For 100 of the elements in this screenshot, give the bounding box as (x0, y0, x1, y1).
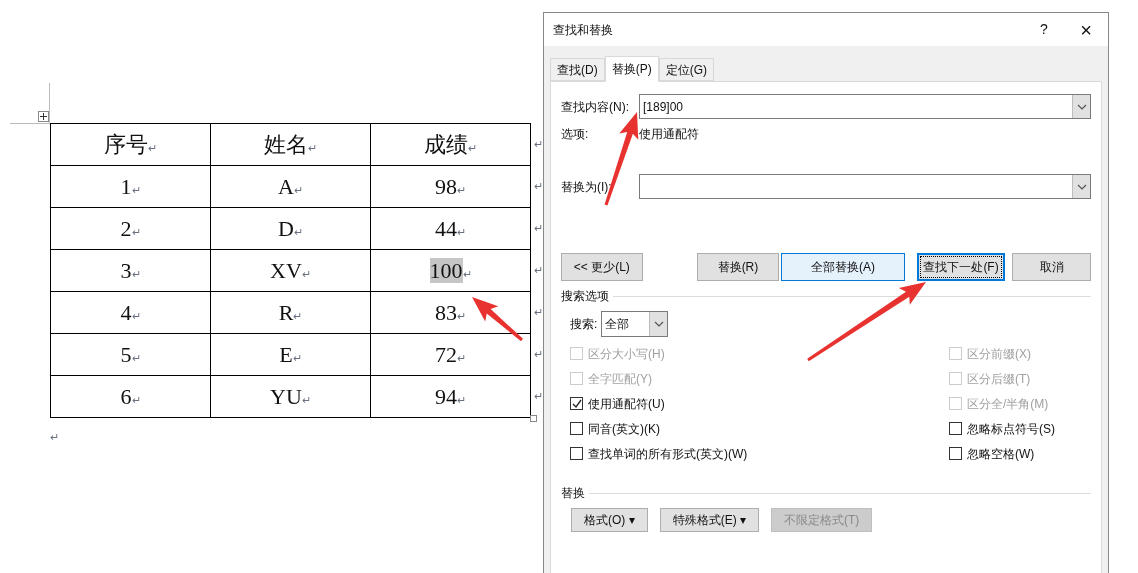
checkbox[interactable] (570, 422, 583, 435)
table-cell: 94 (435, 384, 457, 409)
dialog-button[interactable]: 查找下一处(F) (916, 253, 1006, 281)
paragraph-mark: ↵ (50, 431, 59, 443)
checkbox[interactable] (570, 397, 583, 410)
paragraph-mark: ↵ (534, 346, 543, 362)
tab[interactable]: 替换(P) (604, 56, 659, 82)
dialog-button[interactable]: 全部替换(A) (781, 253, 905, 281)
search-label: 搜索: (570, 316, 598, 333)
checkbox[interactable] (949, 447, 962, 460)
checkbox-label: 忽略标点符号(S) (967, 420, 1055, 438)
replace-combobox[interactable] (639, 174, 1091, 199)
paragraph-mark: ↵ (131, 268, 141, 280)
table-cell: 98 (435, 174, 457, 199)
dropdown-button[interactable] (1072, 175, 1090, 198)
paragraph-mark: ↵ (301, 268, 311, 280)
paragraph-mark: ↵ (462, 268, 472, 280)
paragraph-mark: ↵ (293, 184, 303, 196)
section-title: 搜索选项 (561, 288, 609, 305)
annotation-arrow (472, 297, 523, 342)
table-cell: 3 (120, 258, 132, 283)
dialog-button[interactable]: 替换(R) (696, 253, 780, 281)
paragraph-mark: ↵ (534, 388, 543, 404)
table-cell: 100 (429, 258, 463, 283)
paragraph-mark: ↵ (148, 142, 157, 154)
paragraph-mark: ↵ (131, 226, 141, 238)
checkbox-label: 区分后缀(T) (967, 370, 1031, 388)
search-dropdown[interactable]: 全部 (601, 311, 669, 337)
format-button[interactable]: 特殊格式(E) ▾ (659, 508, 759, 532)
chevron-down-icon (653, 321, 664, 327)
table-cell: 44 (435, 216, 457, 241)
table-cell: YU (270, 384, 302, 409)
checkbox-label: 全字匹配(Y) (588, 370, 652, 388)
paragraph-mark: ↵ (457, 310, 466, 322)
table-cell: 5 (120, 342, 132, 367)
paragraph-mark: ↵ (457, 394, 466, 406)
close-button[interactable]: × (1064, 14, 1108, 45)
table-cell: 83 (435, 300, 457, 325)
table-cell: A (278, 174, 294, 199)
paragraph-mark: ↵ (301, 394, 311, 406)
checkbox-label: 区分全/半角(M) (967, 395, 1049, 413)
help-button[interactable]: ? (1024, 19, 1064, 40)
check-icon (571, 398, 582, 409)
paragraph-mark: ↵ (131, 310, 141, 322)
paragraph-mark: ↵ (457, 226, 466, 238)
checkbox-label: 区分前缀(X) (967, 345, 1031, 363)
paragraph-mark: ↵ (457, 184, 466, 196)
paragraph-mark: ↵ (131, 352, 141, 364)
window-title: 查找和替换 (553, 21, 614, 39)
table-cell: 2 (120, 216, 132, 241)
section-title: 替换 (561, 485, 585, 502)
table-cell: 1 (120, 174, 132, 199)
dropdown-button[interactable] (649, 312, 668, 336)
paragraph-mark: ↵ (457, 352, 466, 364)
checkbox-label: 区分大小写(H) (588, 345, 665, 363)
chevron-down-icon (1076, 183, 1087, 190)
tab[interactable]: 查找(D) (550, 58, 605, 81)
checkbox[interactable] (949, 422, 962, 435)
column-header: 序号 (104, 132, 148, 157)
find-combobox[interactable]: [189]00 (639, 94, 1091, 119)
table-cell: 4 (120, 300, 132, 325)
paragraph-mark: ↵ (468, 142, 477, 154)
paragraph-mark: ↵ (131, 184, 141, 196)
tab[interactable]: 定位(G) (658, 58, 714, 81)
column-header: 成绩 (424, 132, 468, 157)
table-cell: D (278, 216, 294, 241)
paragraph-mark: ↵ (131, 394, 141, 406)
checkbox-label: 忽略空格(W) (967, 445, 1035, 463)
dialog-button[interactable]: << 更少(L) (561, 253, 643, 281)
paragraph-mark: ↵ (534, 178, 543, 194)
field-label: 查找内容(N): (561, 98, 630, 116)
table-cell: XV (270, 258, 302, 283)
paragraph-mark: ↵ (534, 262, 543, 278)
table-cell: 72 (435, 342, 457, 367)
format-button[interactable]: 格式(O) ▾ (571, 508, 648, 532)
dropdown-value: 全部 (604, 316, 631, 333)
checkbox[interactable] (570, 447, 583, 460)
checkbox-label: 查找单词的所有形式(英文)(W) (588, 445, 748, 463)
chevron-down-icon (1076, 103, 1087, 110)
paragraph-mark: ↵ (293, 310, 303, 322)
paragraph-mark: ↵ (534, 220, 543, 236)
resize-handle-icon[interactable] (530, 415, 537, 422)
table-cell: R (278, 300, 294, 325)
dialog-button[interactable]: 取消 (1012, 253, 1091, 281)
table-cell: 6 (120, 384, 132, 409)
field-value: [189]00 (642, 98, 685, 116)
options-value: 使用通配符 (639, 126, 699, 143)
checkbox-label: 同音(英文)(K) (588, 420, 660, 438)
dropdown-button[interactable] (1072, 95, 1090, 118)
move-handle-icon[interactable] (38, 111, 49, 122)
paragraph-mark: ↵ (308, 142, 317, 154)
field-label: 替换为(I): (561, 178, 613, 196)
paragraph-mark: ↵ (534, 304, 543, 320)
paragraph-mark: ↵ (292, 352, 302, 364)
paragraph-mark: ↵ (534, 136, 543, 152)
table-cell: E (279, 342, 293, 367)
column-header: 姓名 (264, 132, 308, 157)
paragraph-mark: ↵ (293, 226, 303, 238)
checkbox-label: 使用通配符(U) (588, 395, 665, 413)
options-label: 选项: (561, 126, 590, 143)
